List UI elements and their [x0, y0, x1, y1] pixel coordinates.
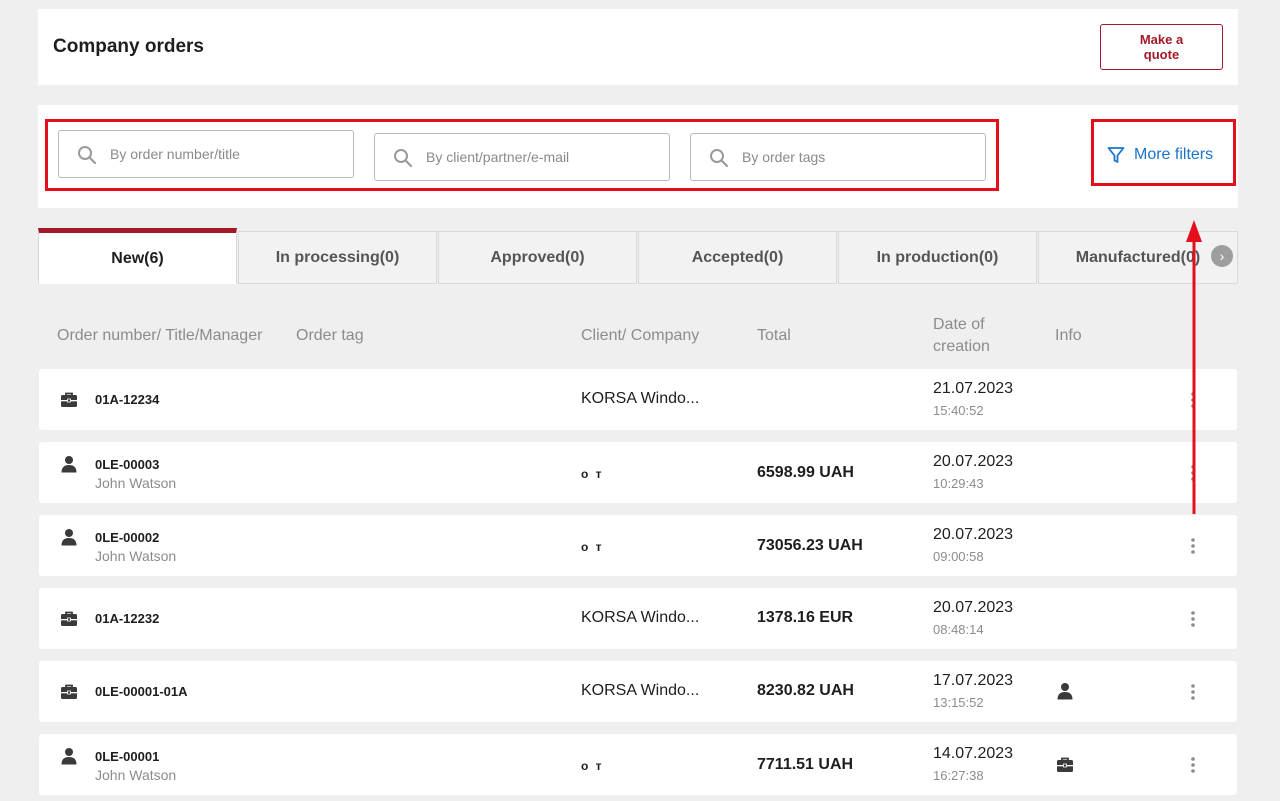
person-icon — [61, 748, 77, 765]
table-row[interactable]: 0LE-00001 John Watson о т 7711.51 UAH 14… — [39, 734, 1237, 795]
order-time: 16:27:38 — [933, 768, 984, 783]
filters-highlight-box — [1091, 119, 1236, 186]
column-order-tag: Order tag — [296, 327, 364, 344]
order-date: 14.07.2023 — [933, 745, 1014, 762]
column-date-line1: Date of — [933, 316, 985, 333]
order-date: 17.07.2023 — [933, 672, 1014, 689]
order-total: 6598.99 UAH — [757, 464, 854, 481]
order-date: 21.07.2023 — [933, 380, 1014, 397]
search-highlight-box — [45, 119, 999, 191]
order-client: о т — [581, 759, 604, 773]
order-number[interactable]: 01A-12234 — [95, 392, 159, 407]
order-time: 15:40:52 — [933, 403, 984, 418]
tab-in-production[interactable]: In production(0) — [838, 231, 1037, 284]
order-client: KORSA Windo... — [581, 390, 700, 407]
tab-accepted[interactable]: Accepted(0) — [638, 231, 837, 284]
order-manager: John Watson — [95, 475, 177, 491]
order-total: 73056.23 UAH — [757, 537, 863, 554]
briefcase-icon — [61, 611, 77, 626]
order-total: 7711.51 UAH — [757, 756, 854, 773]
person-icon — [61, 456, 77, 473]
order-number[interactable]: 01A-12232 — [95, 611, 159, 626]
briefcase-icon — [61, 684, 77, 699]
tabs-scroll-right-icon[interactable]: › — [1211, 245, 1233, 267]
page-header: Company orders Make a quote — [38, 9, 1238, 85]
tab-approved[interactable]: Approved(0) — [438, 231, 637, 284]
table-row[interactable]: 01A-12232 KORSA Windo... 1378.16 EUR 20.… — [39, 588, 1237, 649]
more-options-icon[interactable] — [1188, 756, 1198, 774]
order-time: 10:29:43 — [933, 476, 984, 491]
order-client: KORSA Windo... — [581, 682, 700, 699]
annotation-arrow-icon — [1186, 220, 1202, 514]
column-info: Info — [1055, 327, 1082, 344]
column-order: Order number/ Title/Manager — [57, 327, 263, 344]
column-client: Client/ Company — [581, 327, 700, 344]
order-total: 8230.82 UAH — [757, 682, 854, 699]
column-total: Total — [757, 327, 791, 344]
table-row[interactable]: 0LE-00003 John Watson о т 6598.99 UAH 20… — [39, 442, 1237, 503]
page-title: Company orders — [53, 36, 204, 57]
person-icon — [61, 529, 77, 546]
order-manager: John Watson — [95, 767, 177, 783]
table-row[interactable]: 0LE-00002 John Watson о т 73056.23 UAH 2… — [39, 515, 1237, 576]
more-options-icon[interactable] — [1188, 537, 1198, 555]
order-time: 09:00:58 — [933, 549, 984, 564]
more-options-icon[interactable] — [1188, 610, 1198, 628]
order-date: 20.07.2023 — [933, 453, 1014, 470]
order-manager: John Watson — [95, 548, 177, 564]
tab-manufactured[interactable]: Manufactured(0) — [1038, 231, 1238, 284]
order-date: 20.07.2023 — [933, 526, 1014, 543]
table-row[interactable]: 01A-12234 KORSA Windo... 21.07.2023 15:4… — [39, 369, 1237, 430]
briefcase-icon — [1057, 757, 1073, 772]
order-time: 08:48:14 — [933, 622, 984, 637]
table-row[interactable]: 0LE-00001-01A KORSA Windo... 8230.82 UAH… — [39, 661, 1237, 722]
order-number[interactable]: 0LE-00001-01A — [95, 684, 188, 699]
order-client: о т — [581, 467, 604, 481]
briefcase-icon — [61, 392, 77, 407]
order-number[interactable]: 0LE-00003 — [95, 457, 159, 472]
more-options-icon[interactable] — [1188, 683, 1198, 701]
column-date-line2: creation — [933, 338, 990, 355]
order-number[interactable]: 0LE-00001 — [95, 749, 159, 764]
order-total: 1378.16 EUR — [757, 609, 854, 626]
tab-new[interactable]: New(6) — [38, 228, 237, 284]
order-client: о т — [581, 540, 604, 554]
status-tabs: New(6) In processing(0) Approved(0) Acce… — [38, 228, 1238, 284]
order-date: 20.07.2023 — [933, 599, 1014, 616]
person-icon — [1057, 683, 1073, 700]
order-time: 13:15:52 — [933, 695, 984, 710]
tab-in-processing[interactable]: In processing(0) — [238, 231, 437, 284]
column-date: Date of creation — [933, 314, 990, 358]
make-quote-button[interactable]: Make a quote — [1100, 24, 1223, 70]
order-client: KORSA Windo... — [581, 609, 700, 626]
order-number[interactable]: 0LE-00002 — [95, 530, 159, 545]
